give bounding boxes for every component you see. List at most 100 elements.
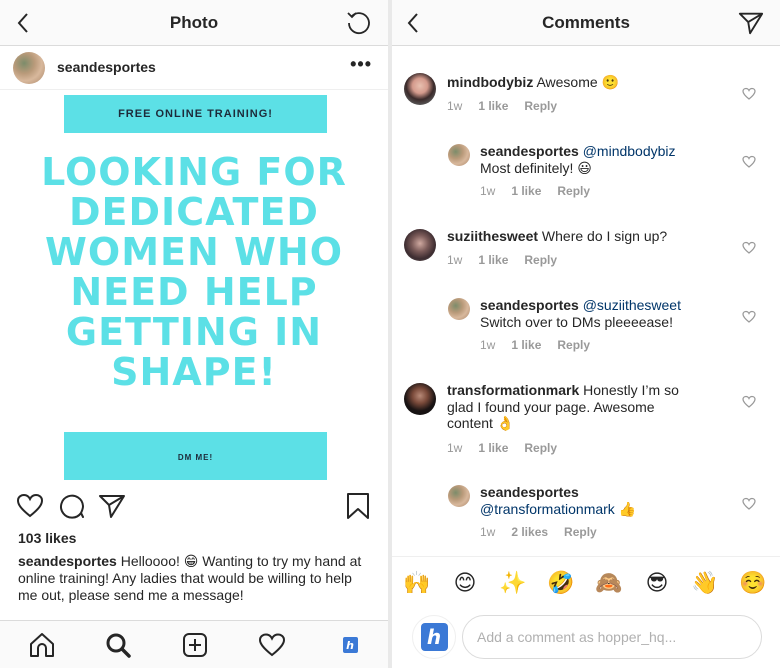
- bottom-tab-bar: h: [0, 620, 388, 668]
- emoji-rolling-laughing[interactable]: 🤣: [546, 569, 576, 597]
- emoji-sparkles[interactable]: ✨: [498, 569, 528, 597]
- banner-top: FREE ONLINE TRAINING!: [64, 95, 327, 133]
- comment-meta: 1w 1 like Reply: [480, 338, 606, 352]
- headline-line: NEED HELP: [70, 270, 318, 314]
- post-image[interactable]: FREE ONLINE TRAINING! LOOKING FOR DEDICA…: [0, 90, 388, 486]
- headline-line: SHAPE!: [111, 350, 277, 394]
- comment-mention[interactable]: @transformationmark: [480, 501, 615, 517]
- comment-meta: 1w 1 like Reply: [480, 184, 606, 198]
- photo-screen: Photo seandesportes ••• FREE ONLINE TRAI…: [0, 0, 388, 668]
- avatar[interactable]: [13, 52, 45, 84]
- likes-count[interactable]: 103 likes: [18, 530, 76, 546]
- caption-username[interactable]: seandesportes: [18, 553, 117, 569]
- comment-meta: 1w 2 likes Reply: [480, 525, 613, 539]
- comment-time: 1w: [480, 338, 496, 352]
- comment-input[interactable]: [462, 615, 762, 659]
- comment-username[interactable]: transformationmark: [447, 382, 579, 398]
- profile-letter: h: [342, 637, 358, 653]
- comment-username[interactable]: seandesportes: [480, 297, 579, 313]
- reply-button[interactable]: Reply: [524, 253, 557, 267]
- emoji-waving-hand[interactable]: 👋: [690, 569, 720, 597]
- more-options-icon[interactable]: •••: [350, 54, 372, 75]
- reply-button[interactable]: Reply: [524, 99, 557, 113]
- emoji-smiling-face[interactable]: 😊: [450, 569, 480, 597]
- comment-like-heart-icon[interactable]: [742, 155, 756, 169]
- new-post-icon[interactable]: [181, 631, 209, 659]
- post-caption: seandesportes Helloooo! 😁 Wanting to try…: [18, 553, 374, 604]
- avatar[interactable]: [404, 229, 436, 261]
- avatar[interactable]: [448, 485, 470, 507]
- comment-text: suziithesweet Where do I sign up?: [447, 228, 727, 245]
- current-user-avatar: h: [412, 615, 456, 659]
- photo-navbar: Photo: [0, 0, 388, 46]
- like-heart-icon[interactable]: [16, 492, 44, 520]
- comment-likes[interactable]: 1 like: [478, 441, 508, 455]
- banner-bottom: DM ME!: [64, 432, 327, 480]
- headline-line: GETTING IN: [65, 310, 323, 354]
- comment-mention[interactable]: @suziithesweet: [583, 297, 681, 313]
- comment-likes[interactable]: 1 like: [511, 184, 541, 198]
- comment-like-heart-icon[interactable]: [742, 241, 756, 255]
- bookmark-icon[interactable]: [344, 492, 372, 520]
- quick-emoji-bar: 🙌 😊 ✨ 🤣 🙈 😎 👋 ☺️: [392, 556, 780, 608]
- emoji-sunglasses[interactable]: 😎: [642, 569, 672, 597]
- hopper-logo: h: [420, 623, 448, 651]
- post-header: seandesportes •••: [0, 46, 388, 90]
- comment-time: 1w: [480, 525, 496, 539]
- comment-time: 1w: [480, 184, 496, 198]
- page-title: Photo: [169, 13, 219, 32]
- comment-username[interactable]: suziithesweet: [447, 228, 538, 244]
- avatar[interactable]: [448, 298, 470, 320]
- comment-likes[interactable]: 1 like: [511, 338, 541, 352]
- headline-line: WOMEN WHO: [44, 230, 344, 274]
- comment-like-heart-icon[interactable]: [742, 310, 756, 324]
- comment-likes[interactable]: 1 like: [478, 99, 508, 113]
- send-icon[interactable]: [738, 10, 764, 36]
- comment-message: 👍: [614, 500, 637, 517]
- comment-message: Switch over to DMs pleeeease!: [480, 313, 673, 330]
- comment-text: mindbodybiz Awesome 🙂: [447, 74, 727, 91]
- refresh-icon[interactable]: [346, 10, 372, 36]
- reply-button[interactable]: Reply: [524, 441, 557, 455]
- comment-like-heart-icon[interactable]: [742, 497, 756, 511]
- comment-username[interactable]: seandesportes: [480, 484, 579, 500]
- comment-likes[interactable]: 1 like: [478, 253, 508, 267]
- emoji-relaxed[interactable]: ☺️: [738, 569, 768, 597]
- emoji-raising-hands[interactable]: 🙌: [402, 569, 432, 597]
- page-title: Comments: [542, 13, 630, 32]
- home-icon[interactable]: [28, 631, 56, 659]
- headline-line: DEDICATED: [69, 190, 319, 234]
- comment-message: Most definitely! 😃: [480, 159, 592, 176]
- comment-username[interactable]: mindbodybiz: [447, 74, 533, 90]
- avatar[interactable]: [448, 144, 470, 166]
- comment-text: seandesportes @suziithesweet Switch over …: [480, 297, 730, 330]
- avatar[interactable]: [404, 383, 436, 415]
- avatar[interactable]: [404, 73, 436, 105]
- comment-username[interactable]: seandesportes: [480, 143, 579, 159]
- reply-button[interactable]: Reply: [564, 525, 597, 539]
- emoji-see-no-evil[interactable]: 🙈: [594, 569, 624, 597]
- comment-text: seandesportes @transformationmark 👍: [480, 484, 730, 517]
- activity-heart-icon[interactable]: [258, 631, 286, 659]
- post-username[interactable]: seandesportes: [57, 59, 156, 75]
- search-icon[interactable]: [104, 631, 132, 659]
- reply-button[interactable]: Reply: [557, 338, 590, 352]
- comment-like-heart-icon[interactable]: [742, 87, 756, 101]
- profile-icon[interactable]: h: [336, 631, 364, 659]
- comment-text: seandesportes @mindbodybiz Most definitel…: [480, 143, 730, 176]
- send-icon[interactable]: [98, 492, 126, 520]
- comment-message: Where do I sign up?: [538, 228, 668, 244]
- comment-meta: 1w 1 like Reply: [447, 441, 573, 455]
- comment-time: 1w: [447, 99, 463, 113]
- comment-message: Awesome 🙂: [533, 74, 619, 90]
- comments-screen: Comments mindbodybiz Awesome 🙂 1w 1 like…: [392, 0, 780, 668]
- headline: LOOKING FOR DEDICATED WOMEN WHO NEED HEL…: [0, 152, 388, 392]
- comment-icon[interactable]: [58, 492, 86, 520]
- comment-time: 1w: [447, 441, 463, 455]
- comments-navbar: Comments: [392, 0, 780, 46]
- reply-button[interactable]: Reply: [557, 184, 590, 198]
- post-actions: [0, 488, 388, 524]
- comment-like-heart-icon[interactable]: [742, 395, 756, 409]
- comment-likes[interactable]: 2 likes: [511, 525, 548, 539]
- comment-mention[interactable]: @mindbodybiz: [583, 143, 676, 159]
